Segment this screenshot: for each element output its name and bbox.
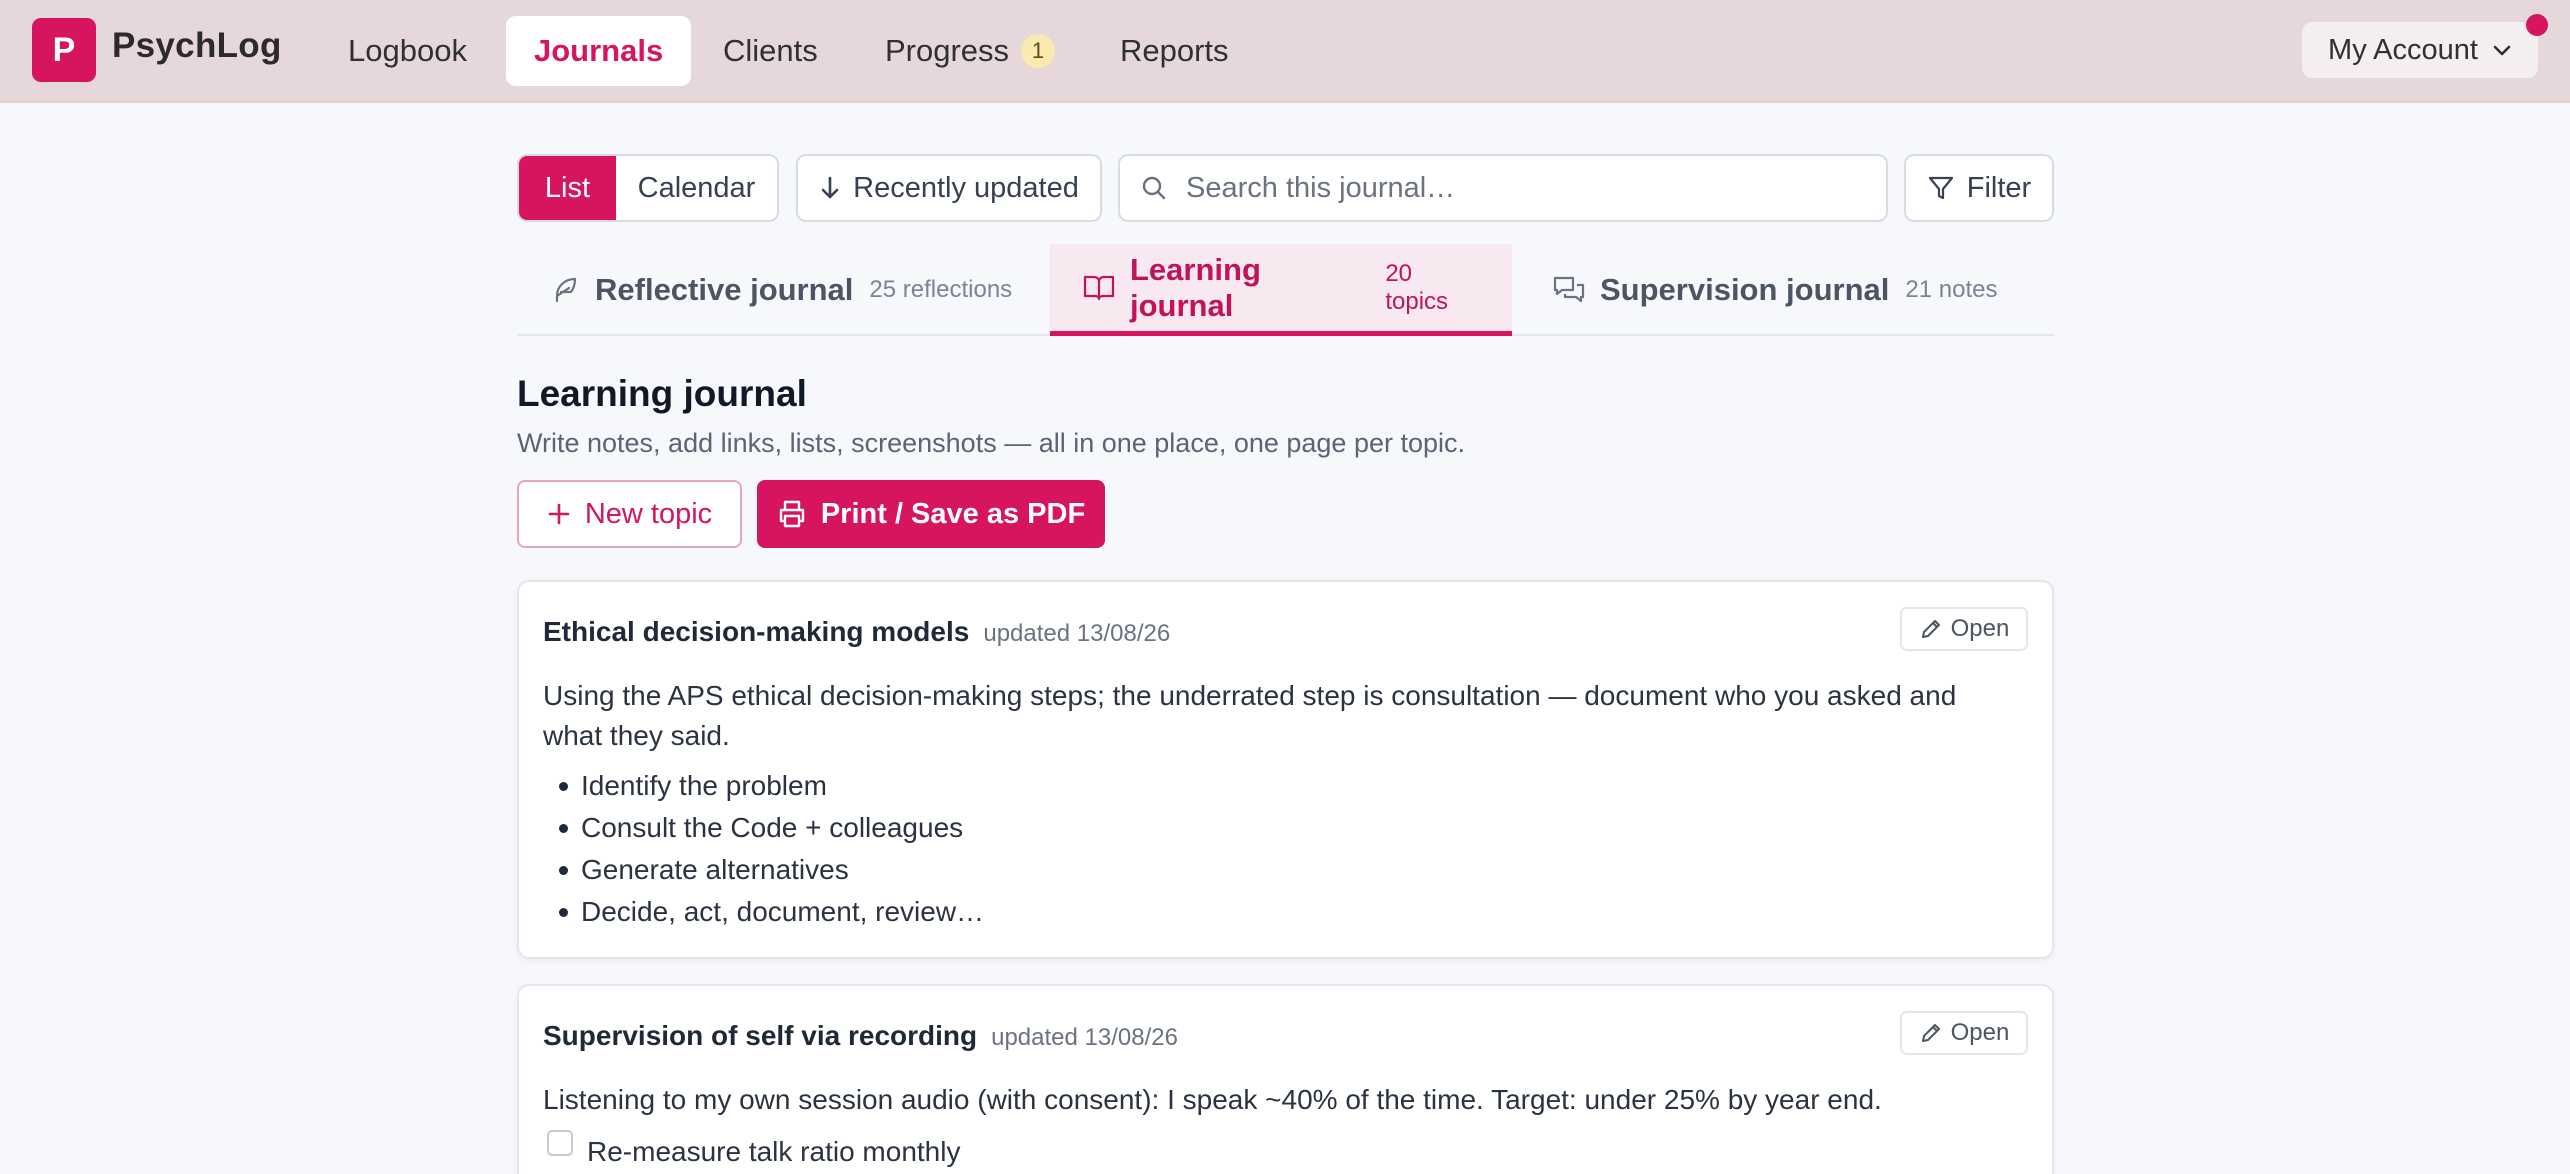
tab-reflective-count: 25 reflections [869, 276, 1013, 303]
nav-reports-label: Reports [1120, 33, 1229, 68]
nav-progress-label: Progress [885, 33, 1010, 68]
open-label: Open [1950, 615, 2010, 642]
pencil-icon [1919, 1021, 1943, 1045]
page-subtitle: Write notes, add links, lists, screensho… [517, 428, 1466, 458]
topic-title-text: Ethical decision-making models [543, 616, 970, 647]
print-save-pdf-button[interactable]: Print / Save as PDF [757, 480, 1105, 548]
my-account-label: My Account [2328, 33, 2478, 66]
checklist-item-label: Re-measure talk ratio monthly [587, 1136, 961, 1167]
open-label: Open [1950, 1019, 2010, 1046]
view-list-button[interactable]: List [519, 156, 616, 220]
nav-logbook-label: Logbook [348, 33, 467, 68]
list-item: Identify the problem [559, 765, 984, 807]
topic-title-text: Supervision of self via recording [543, 1020, 978, 1051]
new-topic-label: New topic [584, 497, 713, 530]
tab-learning-label: Learning journal [1130, 251, 1261, 323]
topic-updated: updated 13/08/26 [983, 620, 1171, 647]
nav-clients[interactable]: Clients [695, 16, 846, 86]
topic-card: Ethical decision-making models updated 13… [517, 580, 2054, 959]
nav-reports[interactable]: Reports [1092, 16, 1257, 86]
list-item: Consult the Code + colleagues [559, 807, 984, 849]
nav-progress[interactable]: Progress 1 [857, 16, 1083, 86]
page-title: Learning journal [517, 373, 807, 414]
my-account-button[interactable]: My Account [2302, 22, 2538, 78]
topic-updated: updated 13/08/26 [991, 1024, 1178, 1051]
search-box [1118, 154, 1888, 222]
nav-clients-label: Clients [723, 33, 818, 68]
new-topic-button[interactable]: New topic [517, 480, 742, 548]
tab-learning-count: 20 topics [1385, 259, 1449, 315]
topic-bullet-list: Identify the problem Consult the Code + … [559, 765, 984, 933]
top-navbar: P PsychLog Logbook Journals Clients Prog… [0, 0, 2570, 103]
list-item: Decide, act, document, review… [559, 891, 984, 933]
nav-logbook[interactable]: Logbook [320, 16, 495, 86]
feather-icon [549, 274, 581, 306]
progress-count-badge: 1 [1021, 34, 1056, 68]
view-toggle: List Calendar [517, 154, 779, 222]
chevron-down-icon [2492, 43, 2512, 57]
nav-journals[interactable]: Journals [506, 16, 692, 86]
topic-title[interactable]: Supervision of self via recording updated… [543, 1020, 1178, 1052]
open-topic-button[interactable]: Open [1900, 1011, 2028, 1055]
filter-button[interactable]: Filter [1904, 154, 2054, 222]
chat-bubbles-icon [1552, 274, 1586, 306]
open-topic-button[interactable]: Open [1900, 607, 2028, 651]
app-name[interactable]: PsychLog [112, 26, 282, 66]
tab-supervision-journal[interactable]: Supervision journal 21 notes [1520, 244, 2029, 336]
printer-icon [777, 499, 807, 529]
nav-journals-label: Journals [534, 33, 664, 68]
app-logo[interactable]: P [32, 18, 96, 82]
topic-body: Listening to my own session audio (with … [543, 1084, 1882, 1115]
notification-dot [2526, 14, 2548, 36]
search-icon [1140, 174, 1168, 202]
tab-reflective-journal[interactable]: Reflective journal 25 reflections [517, 244, 1044, 336]
filter-label: Filter [1966, 171, 2032, 204]
pencil-icon [1919, 617, 1943, 641]
topic-body: Using the APS ethical decision-making st… [543, 680, 1957, 751]
view-calendar-button[interactable]: Calendar [616, 156, 777, 220]
search-input[interactable] [1186, 171, 1866, 205]
list-item: Generate alternatives [559, 849, 984, 891]
tab-reflective-label: Reflective journal [595, 272, 854, 307]
checklist-checkbox[interactable] [547, 1130, 573, 1156]
arrow-down-icon [819, 175, 841, 201]
plus-icon [547, 502, 571, 526]
book-open-icon [1082, 272, 1116, 304]
tab-supervision-count: 21 notes [1905, 276, 1998, 303]
filter-icon [1927, 174, 1955, 202]
sort-button[interactable]: Recently updated [796, 154, 1102, 222]
topic-card: Supervision of self via recording updated… [517, 984, 2054, 1174]
topic-title[interactable]: Ethical decision-making models updated 13… [543, 616, 1170, 648]
tab-learning-journal[interactable]: Learning journal 20 topics [1050, 244, 1512, 336]
tab-supervision-label: Supervision journal [1600, 272, 1890, 307]
sort-label: Recently updated [853, 171, 1079, 204]
print-label: Print / Save as PDF [820, 497, 1086, 530]
